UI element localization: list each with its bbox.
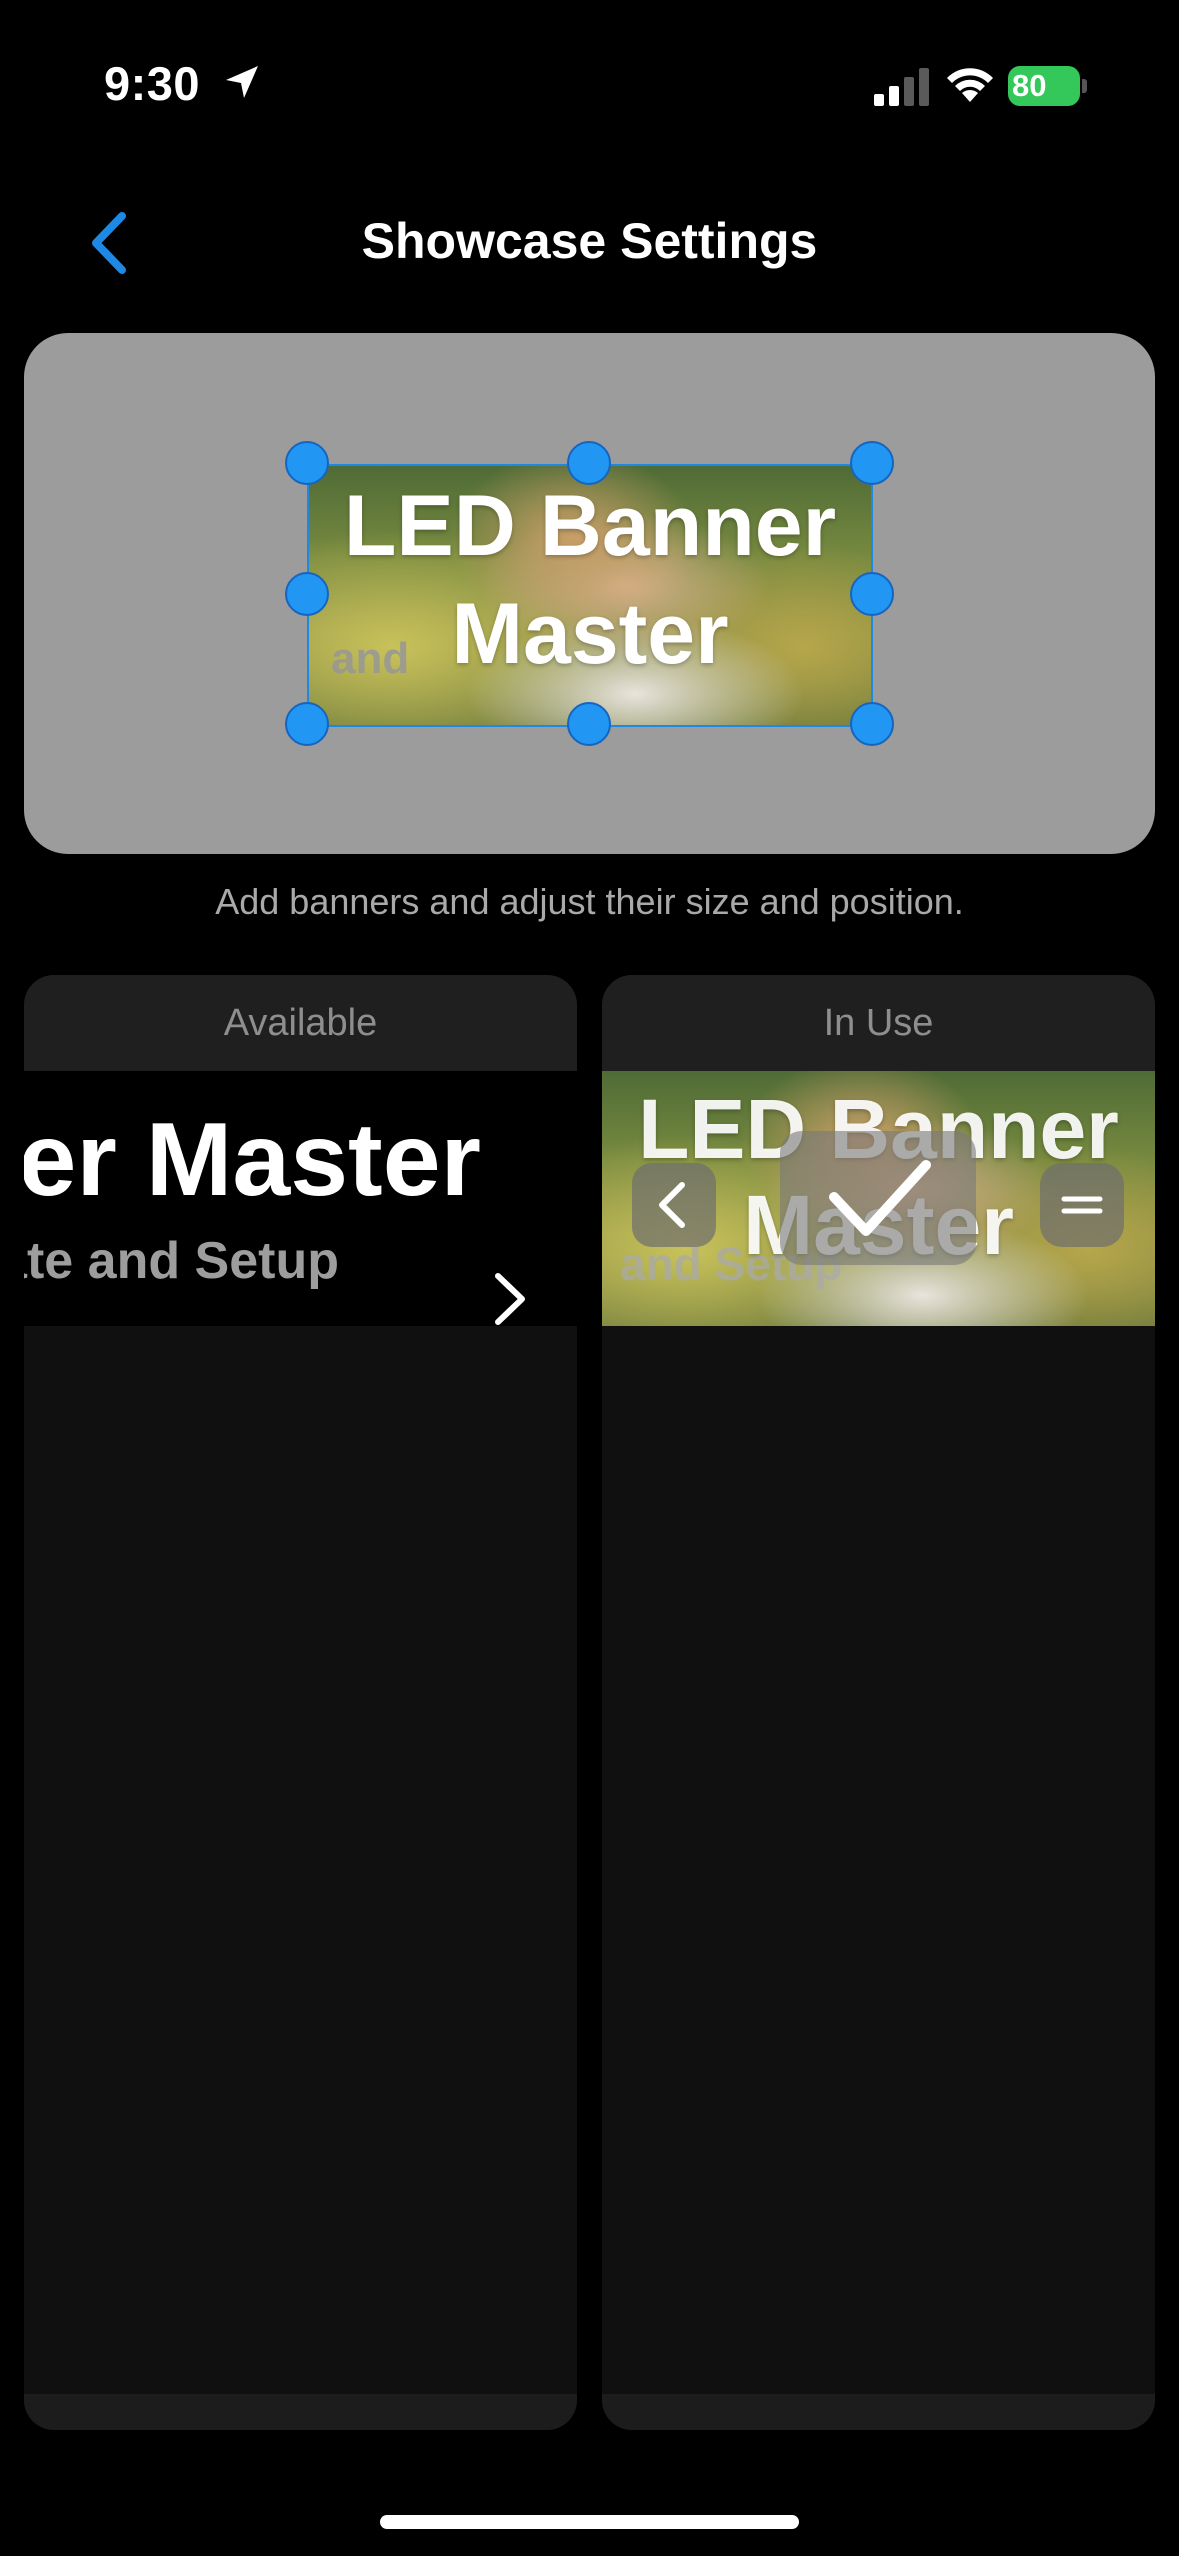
in-use-header: In Use — [602, 975, 1155, 1071]
available-item-title: LED Banner Master — [24, 1102, 481, 1218]
reorder-handle[interactable] — [1040, 1163, 1124, 1247]
available-header: Available — [24, 975, 577, 1071]
in-use-panel-footer — [602, 2394, 1155, 2430]
battery-tip — [1082, 79, 1087, 93]
resize-handle-top-right[interactable] — [850, 441, 894, 485]
resize-handle-left[interactable] — [285, 572, 329, 616]
reorder-icon — [1061, 1196, 1103, 1214]
screen: 9:30 80 Showcase Settings and LED Banner… — [0, 0, 1179, 2556]
status-time: 9:30 — [104, 57, 201, 110]
selected-checkmark-button[interactable] — [780, 1131, 976, 1265]
available-item-subtitle: Create and Setup — [24, 1232, 339, 1290]
resize-handle-right[interactable] — [850, 572, 894, 616]
cellular-signal-icon — [874, 68, 929, 106]
page-title: Showcase Settings — [361, 213, 818, 269]
resize-handle-bottom[interactable] — [567, 702, 611, 746]
resize-handle-bottom-left[interactable] — [285, 702, 329, 746]
move-left-button[interactable] — [632, 1163, 716, 1247]
in-use-banner-item[interactable]: and Setup LED Banner Master — [602, 1071, 1155, 1326]
in-use-panel: In Use and Setup LED Banner Master — [602, 975, 1155, 2430]
wifi-icon — [947, 68, 993, 102]
banner-title-line2: Master — [451, 586, 729, 682]
banner-title-line1: LED Banner — [343, 478, 837, 574]
location-arrow-icon — [226, 66, 258, 98]
preview-banner[interactable]: and LED Banner Master — [307, 464, 873, 727]
hint-text: Add banners and adjust their size and po… — [215, 881, 964, 922]
home-indicator[interactable] — [380, 2515, 799, 2529]
available-banner-item[interactable]: LED Banner Master Create and Setup — [24, 1071, 577, 1326]
checkmark-icon — [829, 1160, 931, 1236]
resize-handle-bottom-right[interactable] — [850, 702, 894, 746]
available-panel-footer — [24, 2394, 577, 2430]
resize-handle-top[interactable] — [567, 441, 611, 485]
battery-indicator: 80 — [1008, 66, 1088, 106]
resize-handle-top-left[interactable] — [285, 441, 329, 485]
chevron-left-icon — [659, 1182, 685, 1228]
chevron-right-icon[interactable] — [488, 1268, 532, 1326]
battery-level: 80 — [1008, 66, 1080, 106]
available-panel: Available LED Banner Master Create and S… — [24, 975, 577, 2430]
